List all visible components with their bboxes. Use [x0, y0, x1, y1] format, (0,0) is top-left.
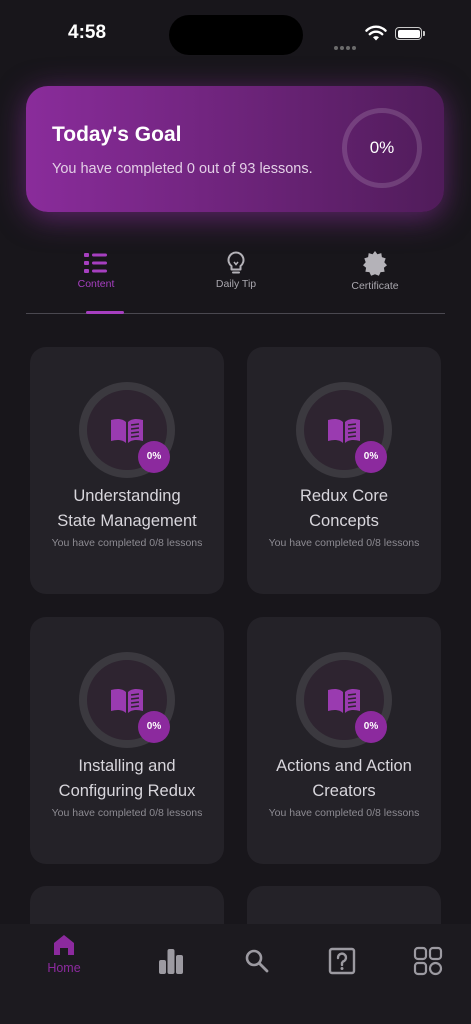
lightbulb-icon: [227, 251, 245, 274]
course-progress-text: You have completed 0/8 lessons: [51, 537, 203, 549]
nav-home-label: Home: [47, 961, 81, 975]
course-title: Understanding State Management: [38, 484, 216, 534]
bottom-navigation: Home: [0, 924, 471, 1024]
course-progress-text: You have completed 0/8 lessons: [51, 807, 203, 819]
course-title-line: Concepts: [309, 512, 379, 530]
course-card[interactable]: 0% Actions and Action Creators You have …: [247, 617, 441, 864]
course-progress-text: You have completed 0/8 lessons: [268, 537, 420, 549]
course-title-line: Actions and Action: [276, 757, 412, 775]
tab-daily-tip[interactable]: Daily Tip: [176, 246, 296, 313]
course-progress-text: You have completed 0/8 lessons: [268, 807, 420, 819]
tab-daily-tip-label: Daily Tip: [215, 278, 257, 290]
course-progress-badge: 0%: [138, 711, 170, 743]
course-progress-badge: 0%: [355, 441, 387, 473]
course-title: Actions and Action Creators: [255, 754, 433, 804]
course-title: Redux Core Concepts: [255, 484, 433, 534]
course-title-line: Configuring Redux: [58, 782, 196, 800]
goal-card: Today's Goal You have completed 0 out of…: [26, 86, 444, 212]
course-card[interactable]: 0% Installing and Configuring Redux You …: [30, 617, 224, 864]
course-title-line: Understanding: [73, 487, 181, 505]
list-icon: [84, 253, 107, 273]
badge-icon: [363, 251, 387, 276]
dynamic-island: [169, 15, 303, 55]
cellular-signal-icon: [334, 37, 358, 55]
status-time: 4:58: [68, 22, 107, 43]
nav-stats[interactable]: [136, 932, 206, 976]
course-progress-badge: 0%: [355, 711, 387, 743]
course-card[interactable]: 0% Understanding State Management You ha…: [30, 347, 224, 594]
nav-more[interactable]: [393, 932, 463, 976]
course-title: Installing and Configuring Redux: [38, 754, 216, 804]
battery-icon: [395, 27, 425, 40]
goal-progress-value: 0%: [369, 138, 395, 157]
course-title-line: Redux Core: [299, 487, 389, 505]
nav-search[interactable]: [222, 932, 292, 974]
goal-subtitle: You have completed 0 out of 93 lessons.: [52, 161, 313, 177]
book-icon: [328, 418, 360, 443]
course-title-line: Creators: [312, 782, 376, 800]
course-title-line: State Management: [57, 512, 197, 530]
content-tab-bar: Content Daily Tip Certificate: [26, 246, 445, 314]
tab-certificate-label: Certificate: [351, 280, 399, 292]
tab-content-label: Content: [77, 278, 115, 290]
home-icon: [54, 935, 74, 955]
course-progress-badge: 0%: [138, 441, 170, 473]
goal-title: Today's Goal: [52, 123, 182, 146]
course-card[interactable]: 0% Redux Core Concepts You have complete…: [247, 347, 441, 594]
tab-content[interactable]: Content: [36, 246, 156, 314]
nav-home[interactable]: Home: [29, 932, 99, 975]
goal-progress-ring: 0%: [342, 108, 422, 188]
nav-quiz[interactable]: [307, 932, 377, 975]
book-icon: [328, 688, 360, 713]
active-tab-indicator: [86, 311, 124, 314]
wifi-icon: [365, 25, 387, 41]
tab-certificate[interactable]: Certificate: [315, 246, 435, 313]
book-icon: [111, 688, 143, 713]
course-title-line: Installing and: [78, 757, 176, 775]
grid-icon: [413, 946, 443, 976]
status-bar: 4:58: [0, 0, 471, 70]
bar-chart-icon: [159, 949, 183, 974]
book-icon: [111, 418, 143, 443]
search-icon: [245, 949, 269, 973]
help-icon: [328, 947, 356, 975]
